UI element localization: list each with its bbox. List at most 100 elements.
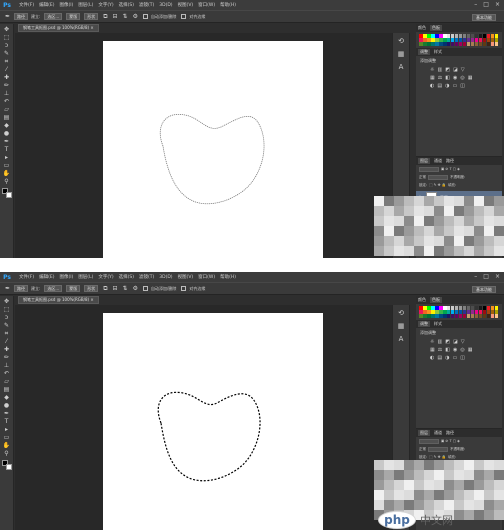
- move-tool-icon[interactable]: ✥: [2, 298, 12, 305]
- menu-view[interactable]: 视图(V): [178, 274, 194, 280]
- tab-styles[interactable]: 样式: [434, 49, 442, 55]
- mode-dropdown[interactable]: 路径: [14, 13, 29, 20]
- exposure-icon[interactable]: ◪: [453, 339, 458, 345]
- gradient-tool-icon[interactable]: ▤: [2, 114, 12, 121]
- close-icon[interactable]: ×: [495, 1, 500, 9]
- canvas-workspace[interactable]: [15, 305, 392, 530]
- background-color-swatch[interactable]: [5, 464, 12, 470]
- shape-tool-icon[interactable]: ▭: [2, 162, 12, 169]
- eyedropper-tool-icon[interactable]: ⁄: [2, 66, 12, 73]
- auto-add-delete-checkbox[interactable]: [142, 14, 148, 19]
- eraser-tool-icon[interactable]: ▱: [2, 378, 12, 385]
- document-canvas[interactable]: [103, 313, 323, 530]
- healing-brush-tool-icon[interactable]: ✚: [2, 74, 12, 81]
- posterize-icon[interactable]: ▤: [437, 355, 442, 361]
- move-tool-icon[interactable]: ✥: [2, 26, 12, 33]
- menu-help[interactable]: 帮助(H): [220, 2, 236, 8]
- layer-kind-filter[interactable]: [419, 438, 439, 444]
- tab-paths[interactable]: 路径: [446, 430, 454, 436]
- clone-stamp-tool-icon[interactable]: ⊥: [2, 362, 12, 369]
- workspace-switcher[interactable]: 基本功能: [472, 286, 496, 293]
- eyedropper-tool-icon[interactable]: ⁄: [2, 338, 12, 345]
- photo-filter-icon[interactable]: ◉: [453, 347, 457, 353]
- path-operations-icon[interactable]: ⧉: [103, 285, 107, 292]
- invert-icon[interactable]: ◐: [430, 83, 434, 89]
- color-lookup-icon[interactable]: ▦: [468, 347, 473, 353]
- menu-3d[interactable]: 3D(D): [159, 275, 172, 280]
- foreground-background-colors[interactable]: [1, 460, 12, 470]
- menu-3d[interactable]: 3D(D): [159, 3, 172, 8]
- document-tab[interactable]: 钢笔工具抠图.psd @ 100%(RGB/8) ×: [18, 296, 99, 304]
- gradient-map-icon[interactable]: ▭: [452, 355, 457, 361]
- brush-tool-icon[interactable]: ✏: [2, 354, 12, 361]
- properties-panel-icon[interactable]: ▦: [398, 50, 405, 58]
- hue-saturation-icon[interactable]: ▦: [430, 75, 435, 81]
- invert-icon[interactable]: ◐: [430, 355, 434, 361]
- mask-button[interactable]: 蒙版: [66, 285, 81, 292]
- color-balance-icon[interactable]: ⚖: [438, 347, 442, 353]
- dodge-tool-icon[interactable]: ●: [2, 130, 12, 137]
- lock-icons[interactable]: ⬚ ✎ ✥ 🔒: [429, 183, 446, 187]
- minimize-icon[interactable]: –: [474, 273, 477, 281]
- vibrance-icon[interactable]: ▽: [461, 339, 465, 345]
- menu-image[interactable]: 图像(I): [59, 274, 73, 280]
- menu-help[interactable]: 帮助(H): [220, 274, 236, 280]
- type-tool-icon[interactable]: T: [2, 418, 12, 425]
- eraser-tool-icon[interactable]: ▱: [2, 106, 12, 113]
- shape-button[interactable]: 形状: [84, 285, 99, 292]
- color-swatch[interactable]: [494, 313, 499, 318]
- brightness-icon[interactable]: ☼: [430, 67, 434, 73]
- path-selection-tool-icon[interactable]: ▸: [2, 154, 12, 161]
- path-alignment-icon[interactable]: ⊟: [113, 13, 118, 20]
- threshold-icon[interactable]: ◑: [445, 83, 449, 89]
- align-edges-checkbox[interactable]: [181, 14, 187, 19]
- workspace-switcher[interactable]: 基本功能: [472, 14, 496, 21]
- posterize-icon[interactable]: ▤: [437, 83, 442, 89]
- document-tab[interactable]: 钢笔工具抠图.psd @ 100%(RGB/8) ×: [18, 24, 99, 32]
- selective-color-icon[interactable]: ◫: [460, 83, 465, 89]
- marquee-tool-icon[interactable]: ⬚: [2, 34, 12, 41]
- gear-icon[interactable]: ⚙: [133, 285, 138, 292]
- hand-tool-icon[interactable]: ✋: [2, 442, 12, 449]
- tab-adjustments[interactable]: 调整: [418, 320, 430, 327]
- type-tool-icon[interactable]: T: [2, 146, 12, 153]
- shape-button[interactable]: 形状: [84, 13, 99, 20]
- path-arrange-icon[interactable]: ⇅: [123, 13, 128, 20]
- tab-paths[interactable]: 路径: [446, 158, 454, 164]
- selective-color-icon[interactable]: ◫: [460, 355, 465, 361]
- tab-color[interactable]: 颜色: [418, 25, 426, 31]
- photo-filter-icon[interactable]: ◉: [453, 75, 457, 81]
- lasso-tool-icon[interactable]: ↄ: [2, 42, 12, 49]
- zoom-tool-icon[interactable]: ⚲: [2, 178, 12, 185]
- minimize-icon[interactable]: –: [474, 1, 477, 9]
- hand-tool-icon[interactable]: ✋: [2, 170, 12, 177]
- exposure-icon[interactable]: ◪: [453, 67, 458, 73]
- path-alignment-icon[interactable]: ⊟: [113, 285, 118, 292]
- tab-channels[interactable]: 通道: [434, 158, 442, 164]
- curves-icon[interactable]: ◩: [445, 339, 450, 345]
- lasso-tool-icon[interactable]: ↄ: [2, 314, 12, 321]
- selection-button[interactable]: 选区...: [44, 13, 63, 20]
- tab-adjustments[interactable]: 调整: [418, 48, 430, 55]
- tab-styles[interactable]: 样式: [434, 321, 442, 327]
- hue-saturation-icon[interactable]: ▦: [430, 347, 435, 353]
- properties-panel-icon[interactable]: ▦: [398, 322, 405, 330]
- tab-swatches[interactable]: 色板: [430, 297, 442, 303]
- menu-edit[interactable]: 编辑(E): [39, 2, 54, 8]
- healing-brush-tool-icon[interactable]: ✚: [2, 346, 12, 353]
- menu-type[interactable]: 文字(Y): [98, 274, 113, 280]
- history-panel-icon[interactable]: ⟲: [398, 37, 404, 45]
- menu-file[interactable]: 文件(F): [19, 2, 34, 8]
- blend-mode-field[interactable]: [428, 446, 448, 452]
- menu-window[interactable]: 窗口(W): [198, 2, 215, 8]
- lock-icons[interactable]: ⬚ ✎ ✥ 🔒: [429, 455, 446, 459]
- pen-icon[interactable]: ✒: [5, 13, 10, 20]
- menu-layer[interactable]: 图层(L): [78, 2, 93, 8]
- character-panel-icon[interactable]: A: [399, 63, 404, 71]
- crop-tool-icon[interactable]: ⌗: [2, 58, 12, 65]
- menu-window[interactable]: 窗口(W): [198, 274, 215, 280]
- menu-edit[interactable]: 编辑(E): [39, 274, 54, 280]
- menu-file[interactable]: 文件(F): [19, 274, 34, 280]
- canvas-workspace[interactable]: [15, 33, 392, 258]
- color-balance-icon[interactable]: ⚖: [438, 75, 442, 81]
